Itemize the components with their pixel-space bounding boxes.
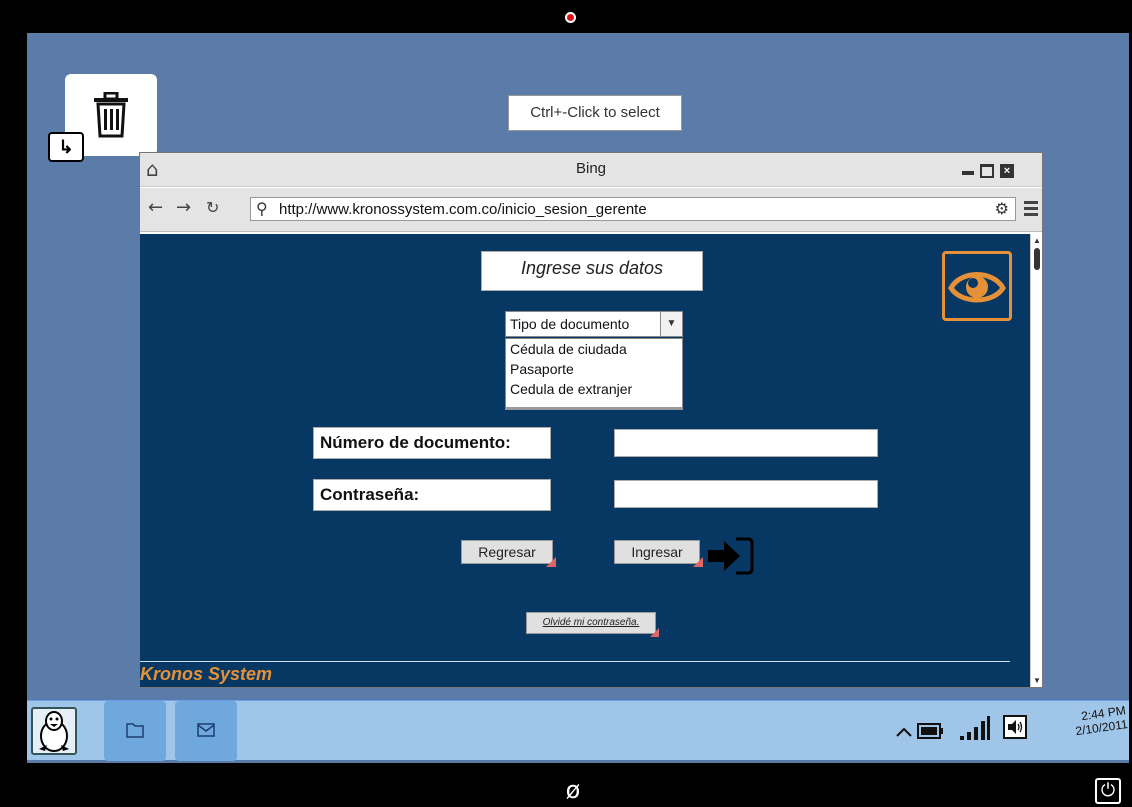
document-type-list: Cédula de ciudada Pasaporte Cedula de ex… bbox=[505, 338, 683, 410]
footer-brand: Kronos System bbox=[140, 664, 273, 684]
document-type-selected: Tipo de documento bbox=[510, 316, 630, 332]
shortcut-arrow-icon: ↳ bbox=[48, 132, 84, 162]
chevron-down-icon[interactable]: ▼ bbox=[660, 312, 682, 336]
gear-icon[interactable]: ⚙ bbox=[995, 199, 1009, 218]
nav-bar: ← → ↻ ⚲ http://www.kronossystem.com.co/i… bbox=[140, 188, 1042, 232]
menu-icon[interactable] bbox=[1024, 201, 1038, 219]
mail-taskbar-button[interactable] bbox=[175, 701, 237, 761]
password-label: Contraseña: bbox=[313, 479, 551, 511]
page-heading: Ingrese sus datos bbox=[481, 251, 703, 291]
signal-strength-icon bbox=[960, 716, 990, 740]
clock[interactable]: 2:44 PM 2/10/2011 bbox=[1039, 703, 1129, 743]
mail-icon bbox=[197, 723, 215, 737]
scroll-down-icon[interactable]: ▼ bbox=[1033, 676, 1041, 685]
minimize-button[interactable] bbox=[962, 171, 974, 175]
chevron-up-icon[interactable] bbox=[895, 727, 913, 737]
power-button[interactable]: ⏻ bbox=[1095, 778, 1121, 804]
document-type-option[interactable]: Cedula de extranjer bbox=[506, 379, 682, 399]
page-content: Ingrese sus datos Tipo de documento ▼ Cé… bbox=[140, 234, 1030, 687]
folder-taskbar-button[interactable] bbox=[104, 701, 166, 761]
battery-icon bbox=[917, 723, 943, 739]
forward-arrow-icon[interactable]: → bbox=[176, 198, 191, 218]
reload-icon[interactable]: ↻ bbox=[206, 198, 219, 218]
scroll-thumb[interactable] bbox=[1034, 248, 1040, 270]
address-bar[interactable]: ⚲ http://www.kronossystem.com.co/inicio_… bbox=[250, 197, 1016, 221]
vertical-scrollbar[interactable]: ▲ ▼ bbox=[1030, 234, 1042, 687]
volume-icon[interactable] bbox=[1003, 715, 1027, 739]
home-button[interactable]: ø bbox=[562, 778, 584, 802]
folder-icon bbox=[126, 723, 144, 738]
taskbar: 2:44 PM 2/10/2011 bbox=[27, 700, 1129, 761]
close-button[interactable]: × bbox=[1000, 164, 1014, 178]
eye-icon bbox=[948, 272, 1006, 303]
start-button[interactable] bbox=[31, 707, 77, 755]
tooltip: Ctrl+-Click to select bbox=[508, 95, 682, 131]
document-number-label: Número de documento: bbox=[313, 427, 551, 459]
window-title: Bing bbox=[575, 160, 607, 177]
eye-logo bbox=[942, 251, 1012, 321]
login-button[interactable]: Ingresar bbox=[614, 540, 703, 567]
login-button-label: Ingresar bbox=[631, 544, 683, 560]
sign-in-icon bbox=[708, 537, 754, 575]
trash-icon bbox=[94, 92, 128, 138]
password-input[interactable] bbox=[614, 480, 878, 508]
document-type-option[interactable]: Pasaporte bbox=[506, 359, 682, 379]
scroll-up-icon[interactable]: ▲ bbox=[1033, 236, 1041, 245]
search-icon: ⚲ bbox=[256, 199, 268, 218]
maximize-button[interactable] bbox=[980, 164, 994, 178]
back-arrow-icon[interactable]: ← bbox=[148, 198, 163, 218]
browser-window: ⌂ Bing × ← → ↻ ⚲ http://www.kronossystem… bbox=[139, 152, 1043, 688]
forgot-password-button[interactable]: Olvidé mi contraseña. bbox=[526, 612, 659, 637]
url-text: http://www.kronossystem.com.co/inicio_se… bbox=[279, 201, 647, 218]
back-button[interactable]: Regresar bbox=[461, 540, 556, 567]
document-type-select[interactable]: Tipo de documento ▼ bbox=[505, 311, 683, 337]
forgot-password-label: Olvidé mi contraseña. bbox=[542, 617, 640, 628]
back-button-label: Regresar bbox=[478, 544, 536, 560]
camera-indicator bbox=[565, 12, 576, 23]
linux-penguin-icon bbox=[39, 711, 69, 752]
document-type-option[interactable]: Cédula de ciudada bbox=[506, 339, 682, 359]
footer-divider bbox=[140, 661, 1010, 662]
document-number-input[interactable] bbox=[614, 429, 878, 457]
title-bar[interactable]: ⌂ Bing × bbox=[140, 153, 1042, 187]
